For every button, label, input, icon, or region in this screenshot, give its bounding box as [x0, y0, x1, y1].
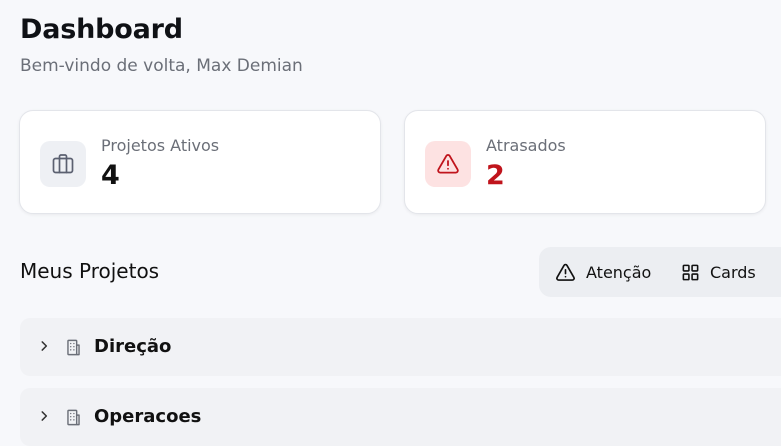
chevron-right-icon[interactable] — [37, 339, 51, 353]
chevron-right-icon[interactable] — [37, 409, 51, 423]
warning-triangle-icon — [555, 262, 576, 283]
project-group-row[interactable]: Direção — [20, 318, 781, 376]
attention-filter-button[interactable]: Atenção — [555, 247, 651, 297]
project-group-label: Direção — [94, 336, 172, 357]
overdue-count: 2 — [486, 160, 505, 191]
active-projects-label: Projetos Ativos — [101, 136, 220, 155]
grid-icon — [681, 263, 700, 282]
project-group-label: Operacoes — [94, 406, 202, 427]
building-icon — [64, 338, 83, 357]
project-group-row[interactable]: Operacoes — [20, 388, 781, 446]
page-title: Dashboard — [20, 14, 183, 45]
overdue-label: Atrasados — [486, 136, 566, 155]
active-projects-card: Projetos Ativos 4 — [19, 110, 381, 214]
welcome-subtitle: Bem-vindo de volta, Max Demian — [20, 56, 303, 76]
building-icon — [64, 408, 83, 427]
active-projects-count: 4 — [101, 160, 120, 191]
cards-view-button[interactable]: Cards — [681, 247, 756, 297]
briefcase-icon — [40, 141, 86, 187]
cards-label: Cards — [710, 262, 756, 282]
attention-label: Atenção — [586, 262, 652, 282]
overdue-card: Atrasados 2 — [404, 110, 766, 214]
warning-triangle-icon — [425, 141, 471, 187]
section-title: Meus Projetos — [20, 259, 160, 283]
view-toolbar: Atenção Cards — [539, 247, 781, 297]
